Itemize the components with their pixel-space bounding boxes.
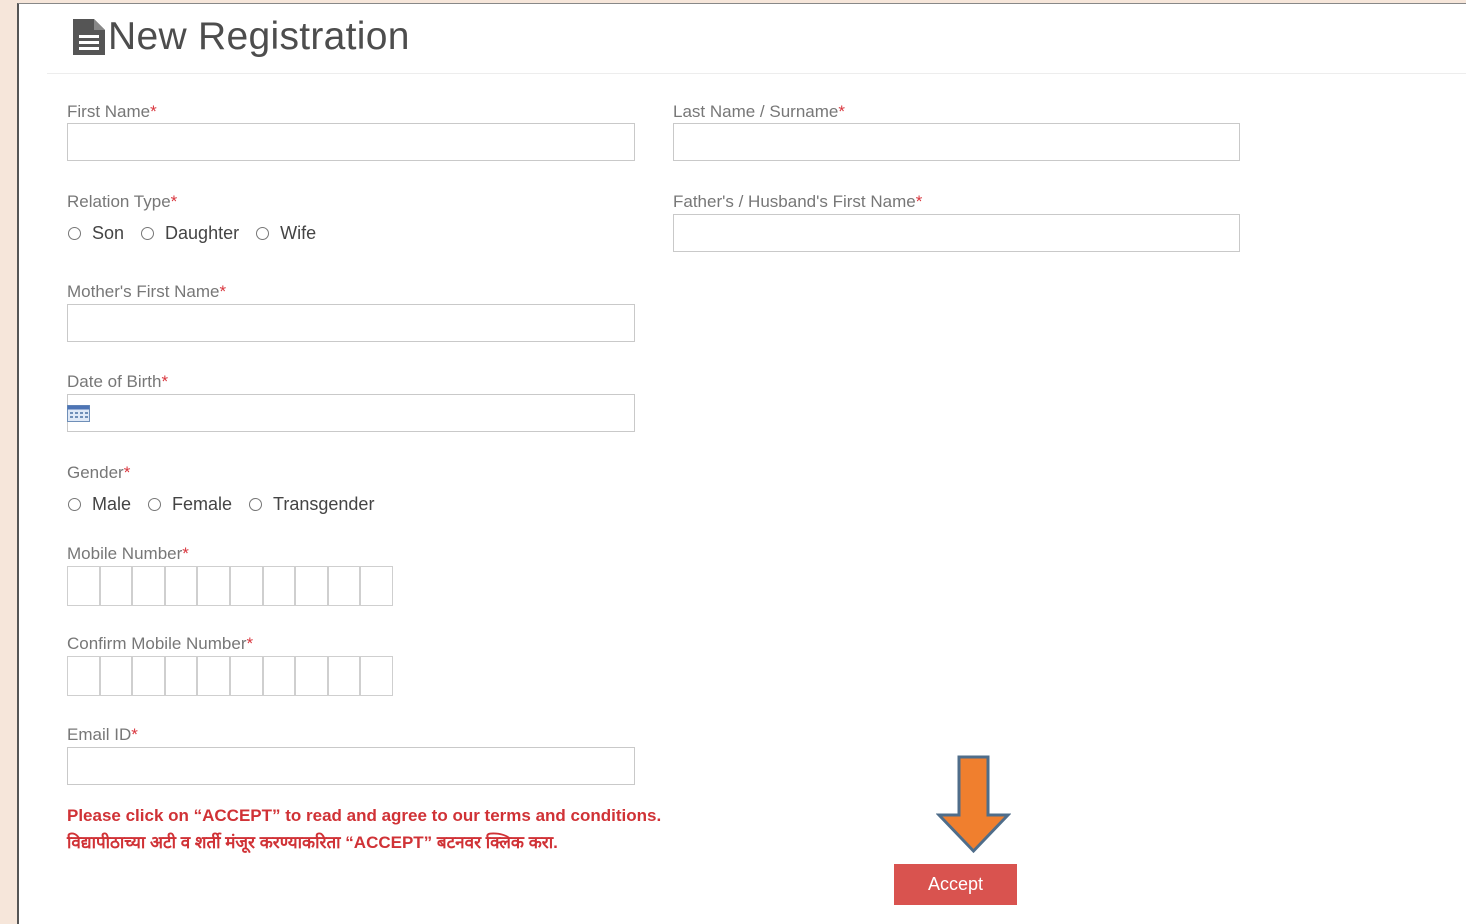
- confirm-mobile-digit-input[interactable]: [67, 656, 100, 696]
- relation-daughter-label: Daughter: [165, 223, 240, 243]
- gender-transgender-option[interactable]: Transgender: [249, 494, 374, 515]
- email-label: Email ID*: [67, 725, 138, 745]
- confirm-mobile-digit-input[interactable]: [295, 656, 328, 696]
- last-name-input[interactable]: [673, 123, 1240, 161]
- gender-transgender-label: Transgender: [273, 494, 375, 514]
- confirm-mobile-digit-input[interactable]: [99, 656, 133, 696]
- radio-button[interactable]: [141, 227, 155, 240]
- gender-label-text: Gender: [67, 463, 124, 482]
- first-name-input[interactable]: [67, 123, 635, 161]
- page-header: New Registration: [72, 12, 410, 62]
- email-input[interactable]: [67, 747, 635, 785]
- gender-radio-group: Male Female Transgender: [68, 494, 391, 515]
- mobile-digit-input[interactable]: [197, 566, 230, 606]
- required-marker: *: [915, 192, 923, 211]
- last-name-label-text: Last Name / Surname: [673, 102, 839, 121]
- mobile-number-label-text: Mobile Number: [67, 544, 183, 563]
- date-of-birth-input[interactable]: [67, 394, 635, 432]
- confirm-mobile-digit-input[interactable]: [327, 656, 361, 696]
- mother-name-input[interactable]: [67, 304, 635, 342]
- date-of-birth-label: Date of Birth*: [67, 372, 168, 392]
- father-husband-name-input[interactable]: [673, 214, 1240, 252]
- mobile-digit-input[interactable]: [295, 566, 328, 606]
- relation-wife-label: Wife: [280, 223, 317, 243]
- terms-notice-marathi: विद्यापीठाच्या अटी व शर्ती मंजूर करण्याक…: [67, 833, 558, 852]
- gender-female-label: Female: [172, 494, 233, 514]
- radio-button[interactable]: [256, 227, 270, 240]
- calendar-icon[interactable]: [67, 405, 90, 422]
- radio-button[interactable]: [68, 498, 81, 511]
- mobile-number-digits: [67, 566, 393, 606]
- gender-male-label: Male: [92, 494, 132, 514]
- confirm-mobile-number-label: Confirm Mobile Number*: [67, 634, 253, 654]
- mobile-number-label: Mobile Number*: [67, 544, 189, 564]
- mobile-digit-input[interactable]: [67, 566, 100, 606]
- mobile-digit-input[interactable]: [360, 566, 393, 606]
- relation-son-label: Son: [92, 223, 125, 243]
- down-arrow-icon: [936, 755, 1011, 854]
- required-marker: *: [150, 102, 157, 121]
- gender-female-option[interactable]: Female: [148, 494, 232, 515]
- email-label-text: Email ID: [67, 725, 132, 744]
- confirm-mobile-number-label-text: Confirm Mobile Number: [67, 634, 247, 653]
- required-marker: *: [182, 544, 189, 563]
- date-of-birth-label-text: Date of Birth: [67, 372, 162, 391]
- confirm-mobile-digit-input[interactable]: [197, 656, 230, 696]
- confirm-mobile-digit-input[interactable]: [132, 656, 165, 696]
- relation-type-label: Relation Type*: [67, 192, 177, 212]
- first-name-label-text: First Name: [67, 102, 151, 121]
- accept-button[interactable]: Accept: [894, 864, 1017, 905]
- relation-type-radio-group: Son Daughter Wife: [68, 223, 333, 244]
- relation-son-option[interactable]: Son: [68, 223, 124, 244]
- radio-button[interactable]: [148, 498, 162, 511]
- confirm-mobile-number-digits: [67, 656, 393, 696]
- relation-type-label-text: Relation Type: [67, 192, 171, 211]
- required-marker: *: [161, 372, 169, 391]
- mobile-digit-input[interactable]: [164, 566, 198, 606]
- mobile-digit-input[interactable]: [327, 566, 361, 606]
- mother-name-label-text: Mother's First Name: [67, 282, 220, 301]
- gender-label: Gender*: [67, 463, 130, 483]
- radio-button[interactable]: [68, 227, 81, 240]
- father-husband-name-label-text: Father's / Husband's First Name: [673, 192, 916, 211]
- title-divider: [47, 73, 1466, 74]
- required-marker: *: [123, 463, 131, 482]
- registration-panel: New Registration First Name* Last Name /…: [17, 3, 1466, 924]
- mobile-digit-input[interactable]: [99, 566, 133, 606]
- confirm-mobile-digit-input[interactable]: [229, 656, 263, 696]
- required-marker: *: [170, 192, 178, 211]
- father-husband-name-label: Father's / Husband's First Name*: [673, 192, 922, 212]
- last-name-label: Last Name / Surname*: [673, 102, 845, 122]
- mobile-digit-input[interactable]: [262, 566, 296, 606]
- mobile-digit-input[interactable]: [229, 566, 263, 606]
- first-name-label: First Name*: [67, 102, 157, 122]
- mother-name-label: Mother's First Name*: [67, 282, 226, 302]
- required-marker: *: [131, 725, 138, 744]
- document-icon: [73, 19, 105, 55]
- terms-notice-english: Please click on “ACCEPT” to read and agr…: [67, 806, 662, 825]
- mobile-digit-input[interactable]: [132, 566, 165, 606]
- relation-daughter-option[interactable]: Daughter: [141, 223, 239, 244]
- relation-wife-option[interactable]: Wife: [256, 223, 316, 244]
- confirm-mobile-digit-input[interactable]: [262, 656, 296, 696]
- radio-button[interactable]: [249, 498, 263, 511]
- required-marker: *: [246, 634, 254, 653]
- confirm-mobile-digit-input[interactable]: [164, 656, 198, 696]
- required-marker: *: [219, 282, 227, 301]
- confirm-mobile-digit-input[interactable]: [360, 656, 393, 696]
- gender-male-option[interactable]: Male: [68, 494, 131, 515]
- required-marker: *: [838, 102, 845, 121]
- page-title: New Registration: [108, 15, 410, 58]
